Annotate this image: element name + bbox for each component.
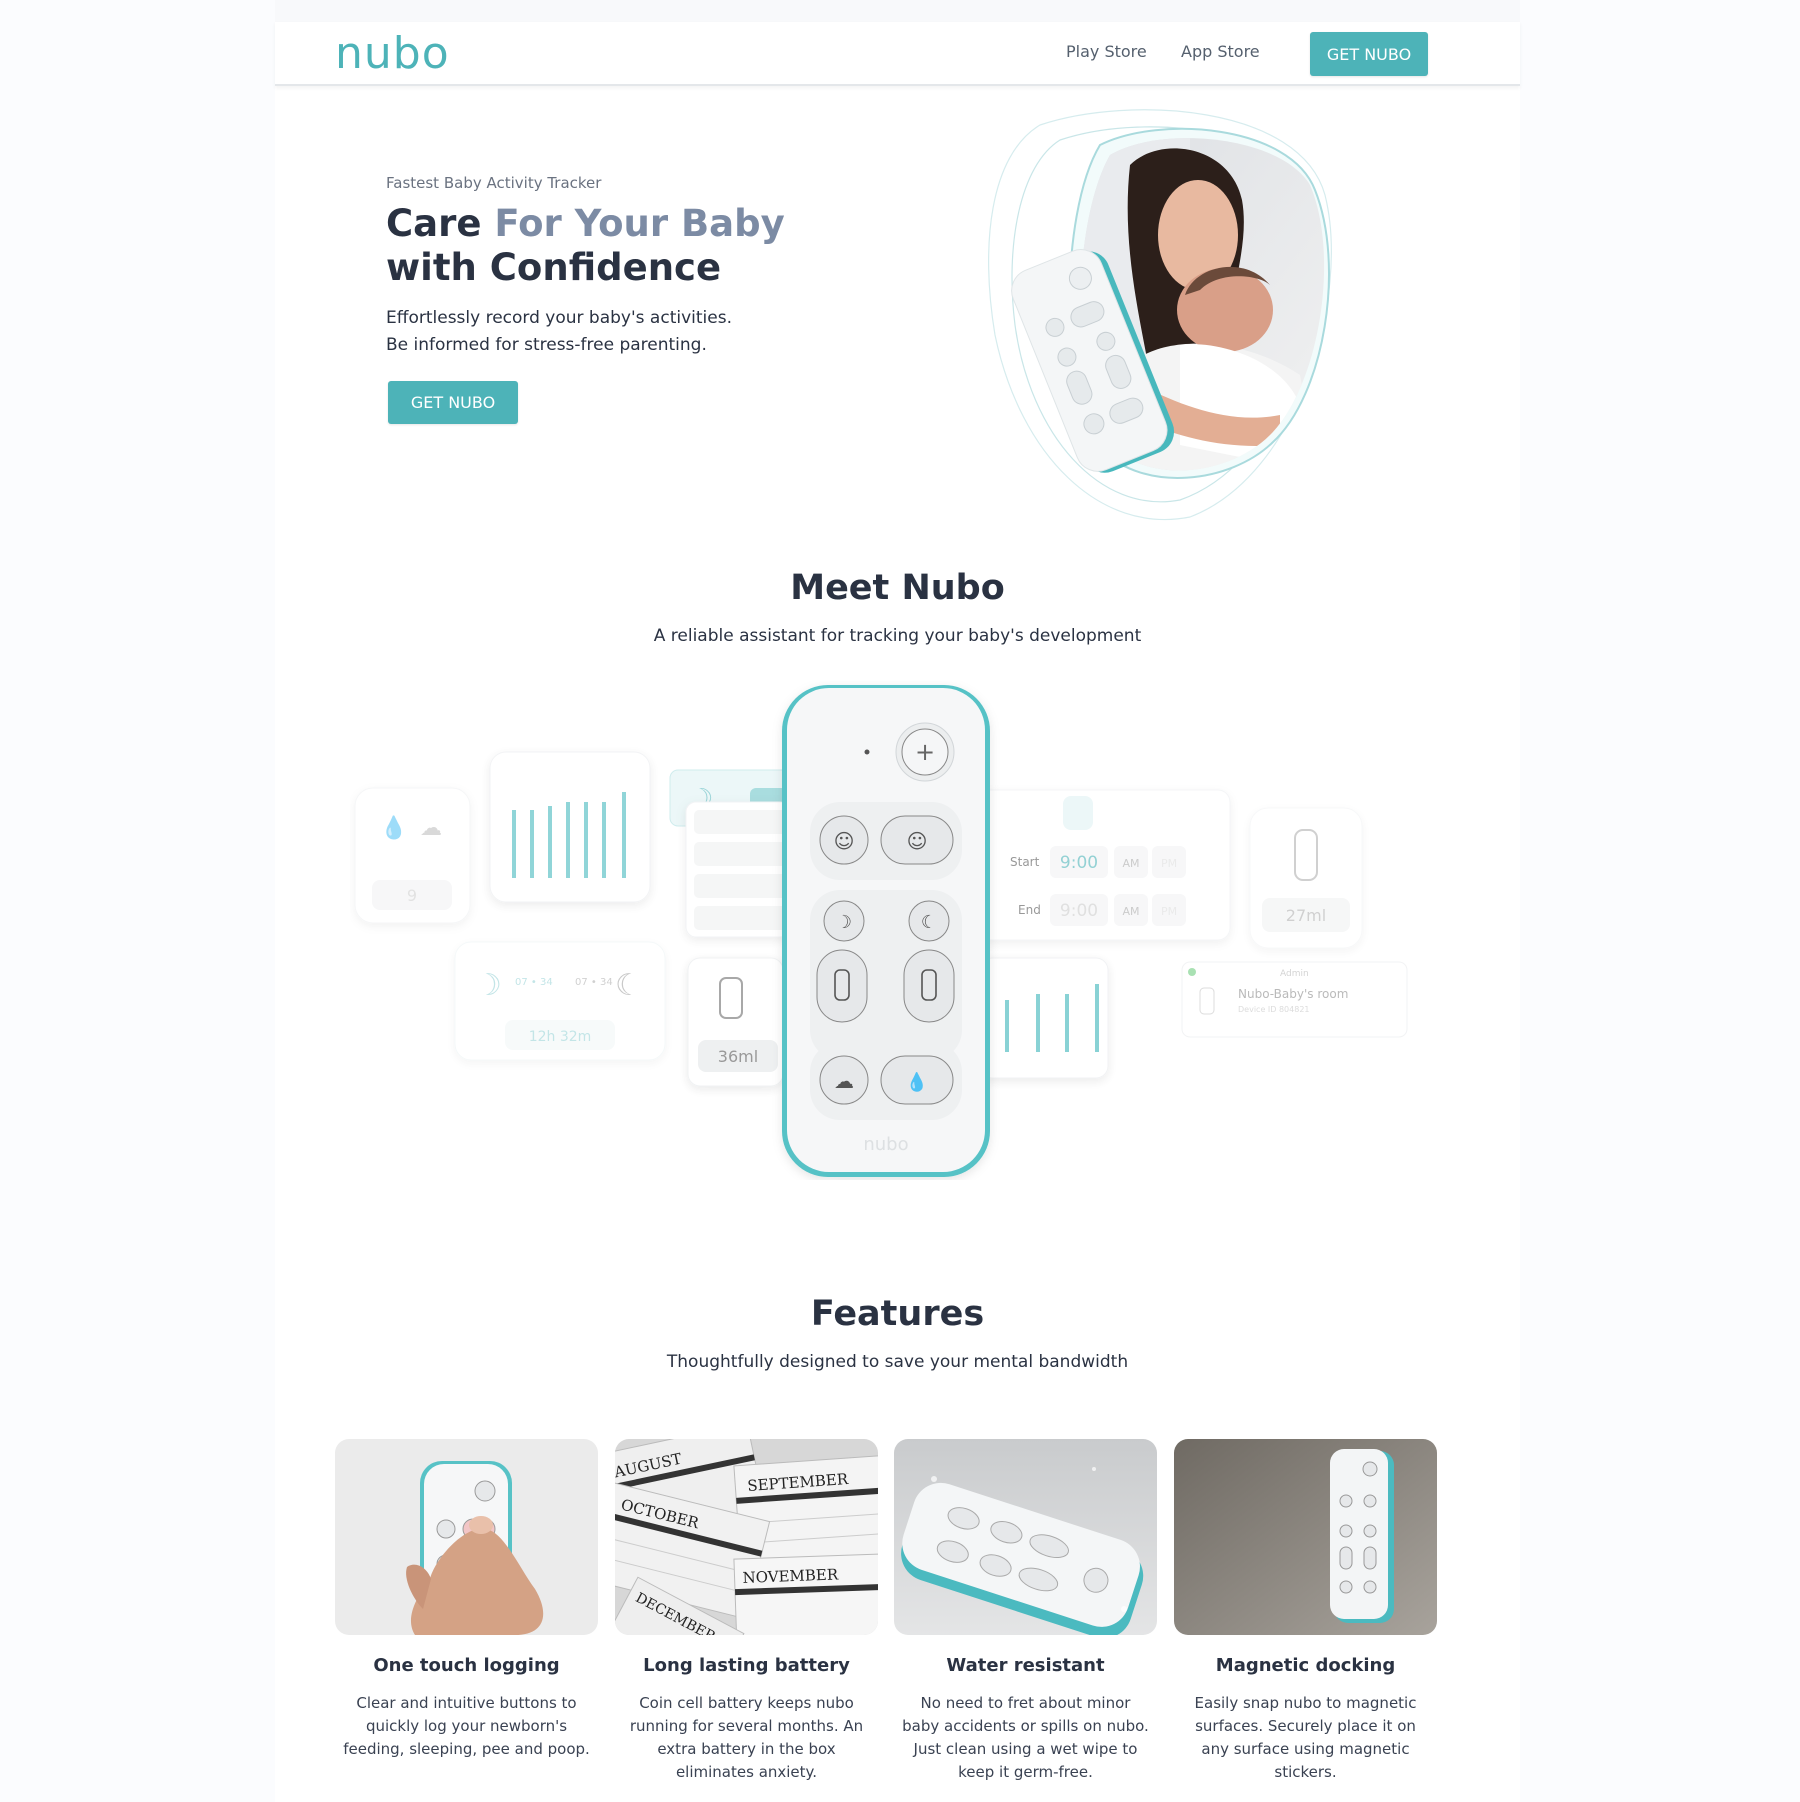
end-label: End xyxy=(1018,903,1041,917)
feature-logging-desc: Clear and intuitive buttons to quickly l… xyxy=(343,1694,590,1758)
feature-battery-title: Long lasting battery xyxy=(643,1655,850,1676)
svg-text:☾: ☾ xyxy=(921,912,937,933)
sleep-start: 07 • 34 xyxy=(515,977,553,988)
pump-volume-card: 36ml xyxy=(687,957,784,1087)
bottle-volume-value: 27ml xyxy=(1286,906,1326,925)
hero-desc-line2: Be informed for stress-free parenting. xyxy=(386,335,707,355)
trend-chart-card xyxy=(979,957,1109,1079)
calendar-month-november: NOVEMBER xyxy=(742,1565,839,1586)
feature-magnetic-desc: Easily snap nubo to magnetic surfaces. S… xyxy=(1194,1694,1417,1781)
feature-logging-title: One touch logging xyxy=(373,1655,560,1676)
bar-chart-card xyxy=(489,751,651,903)
device-role: Admin xyxy=(1280,969,1309,979)
hero-get-nubo-button[interactable]: GET NUBO xyxy=(388,381,518,424)
end-am: AM xyxy=(1122,905,1139,918)
start-label: Start xyxy=(1010,855,1040,869)
pump-volume-value: 36ml xyxy=(718,1047,758,1066)
svg-text:☽: ☽ xyxy=(475,968,502,1003)
device-logo: nubo xyxy=(863,1134,908,1155)
feature-card-water: Water resistant No need to fret about mi… xyxy=(894,1439,1157,1784)
hero-eyebrow: Fastest Baby Activity Tracker xyxy=(386,174,602,192)
log-list-card: ☽ xyxy=(669,769,791,938)
bottle-volume-card: 27ml xyxy=(1249,807,1363,949)
hero-title-part1: Care xyxy=(386,202,495,245)
feature-logging-image xyxy=(335,1439,598,1635)
count-card: 💧 ☁ 9 xyxy=(354,787,471,924)
meet-subtitle: A reliable assistant for tracking your b… xyxy=(653,626,1142,646)
end-time: 9:00 xyxy=(1060,901,1098,921)
sleep-duration-card: ☽ ☾ 07 • 34 07 • 34 12h 32m xyxy=(454,941,666,1061)
svg-text:☁: ☁ xyxy=(834,1069,854,1093)
meet-title: Meet Nubo xyxy=(790,568,1005,608)
start-time: 9:00 xyxy=(1060,853,1098,873)
feature-magnetic-image xyxy=(1174,1439,1437,1635)
feature-battery-image: AUGUST SEPTEMBER OCTOBER NOVEMBER DECEMB… xyxy=(615,1439,878,1635)
top-band xyxy=(275,0,1520,22)
feature-card-magnetic: Magnetic docking Easily snap nubo to mag… xyxy=(1174,1439,1437,1784)
sleep-end: 07 • 34 xyxy=(575,977,613,988)
svg-text:☺: ☺ xyxy=(834,829,855,853)
svg-text:💧: 💧 xyxy=(906,1071,928,1093)
feature-card-logging: One touch logging Clear and intuitive bu… xyxy=(335,1439,598,1761)
hero-title-accent: For Your Baby xyxy=(494,202,785,245)
start-am: AM xyxy=(1122,857,1139,870)
hero-mother-baby-image xyxy=(988,109,1332,521)
nubo-logo[interactable]: nubo xyxy=(335,28,450,79)
svg-text:☾: ☾ xyxy=(615,968,642,1003)
feature-card-battery: AUGUST SEPTEMBER OCTOBER NOVEMBER DECEMB… xyxy=(615,1439,878,1784)
svg-text:💧: 💧 xyxy=(380,815,407,841)
feature-water-desc: No need to fret about minor baby acciden… xyxy=(902,1694,1149,1781)
features-subtitle: Thoughtfully designed to save your menta… xyxy=(666,1352,1129,1372)
svg-text:☺: ☺ xyxy=(907,829,928,853)
sleep-duration-value: 12h 32m xyxy=(529,1029,592,1045)
feature-battery-desc: Coin cell battery keeps nubo running for… xyxy=(629,1694,864,1781)
header-get-nubo-button[interactable]: GET NUBO xyxy=(1310,32,1428,76)
count-value: 9 xyxy=(407,886,417,905)
features-title: Features xyxy=(810,1294,985,1334)
device-name: Nubo-Baby's room xyxy=(1238,987,1348,1001)
svg-text:+: + xyxy=(915,738,935,766)
hero-description: Effortlessly record your baby's activiti… xyxy=(386,305,786,359)
end-pm: PM xyxy=(1161,905,1177,918)
time-entry-card: Start 9:00 AM PM End 9:00 AM PM xyxy=(969,789,1231,941)
hero-title-part2: with Confidence xyxy=(386,246,722,289)
nubo-main-device: + ☺ ☺ ☽ ☾ ☁ 💧 nubo xyxy=(782,685,990,1177)
nubo-device-showcase: 💧 ☁ 9 ☽ ☾ 07 • 34 07 • 34 12h 32m ☽ 36ml… xyxy=(354,685,1408,1177)
feature-water-image xyxy=(894,1439,1157,1635)
hero-title: Care For Your Baby with Confidence xyxy=(386,202,785,290)
start-pm: PM xyxy=(1161,857,1177,870)
nav-play-store[interactable]: Play Store xyxy=(1066,42,1147,61)
device-card: Admin Nubo-Baby's room Device ID 804821 xyxy=(1181,961,1408,1038)
feature-water-title: Water resistant xyxy=(946,1655,1105,1676)
site-header: nubo Play Store App Store GET NUBO xyxy=(275,22,1520,86)
nav-app-store[interactable]: App Store xyxy=(1181,42,1260,61)
feature-magnetic-title: Magnetic docking xyxy=(1215,1655,1396,1676)
hero-desc-line1: Effortlessly record your baby's activiti… xyxy=(386,308,732,328)
svg-text:☽: ☽ xyxy=(836,912,852,933)
device-id: Device ID 804821 xyxy=(1238,1005,1310,1014)
svg-text:☁: ☁ xyxy=(420,816,442,841)
